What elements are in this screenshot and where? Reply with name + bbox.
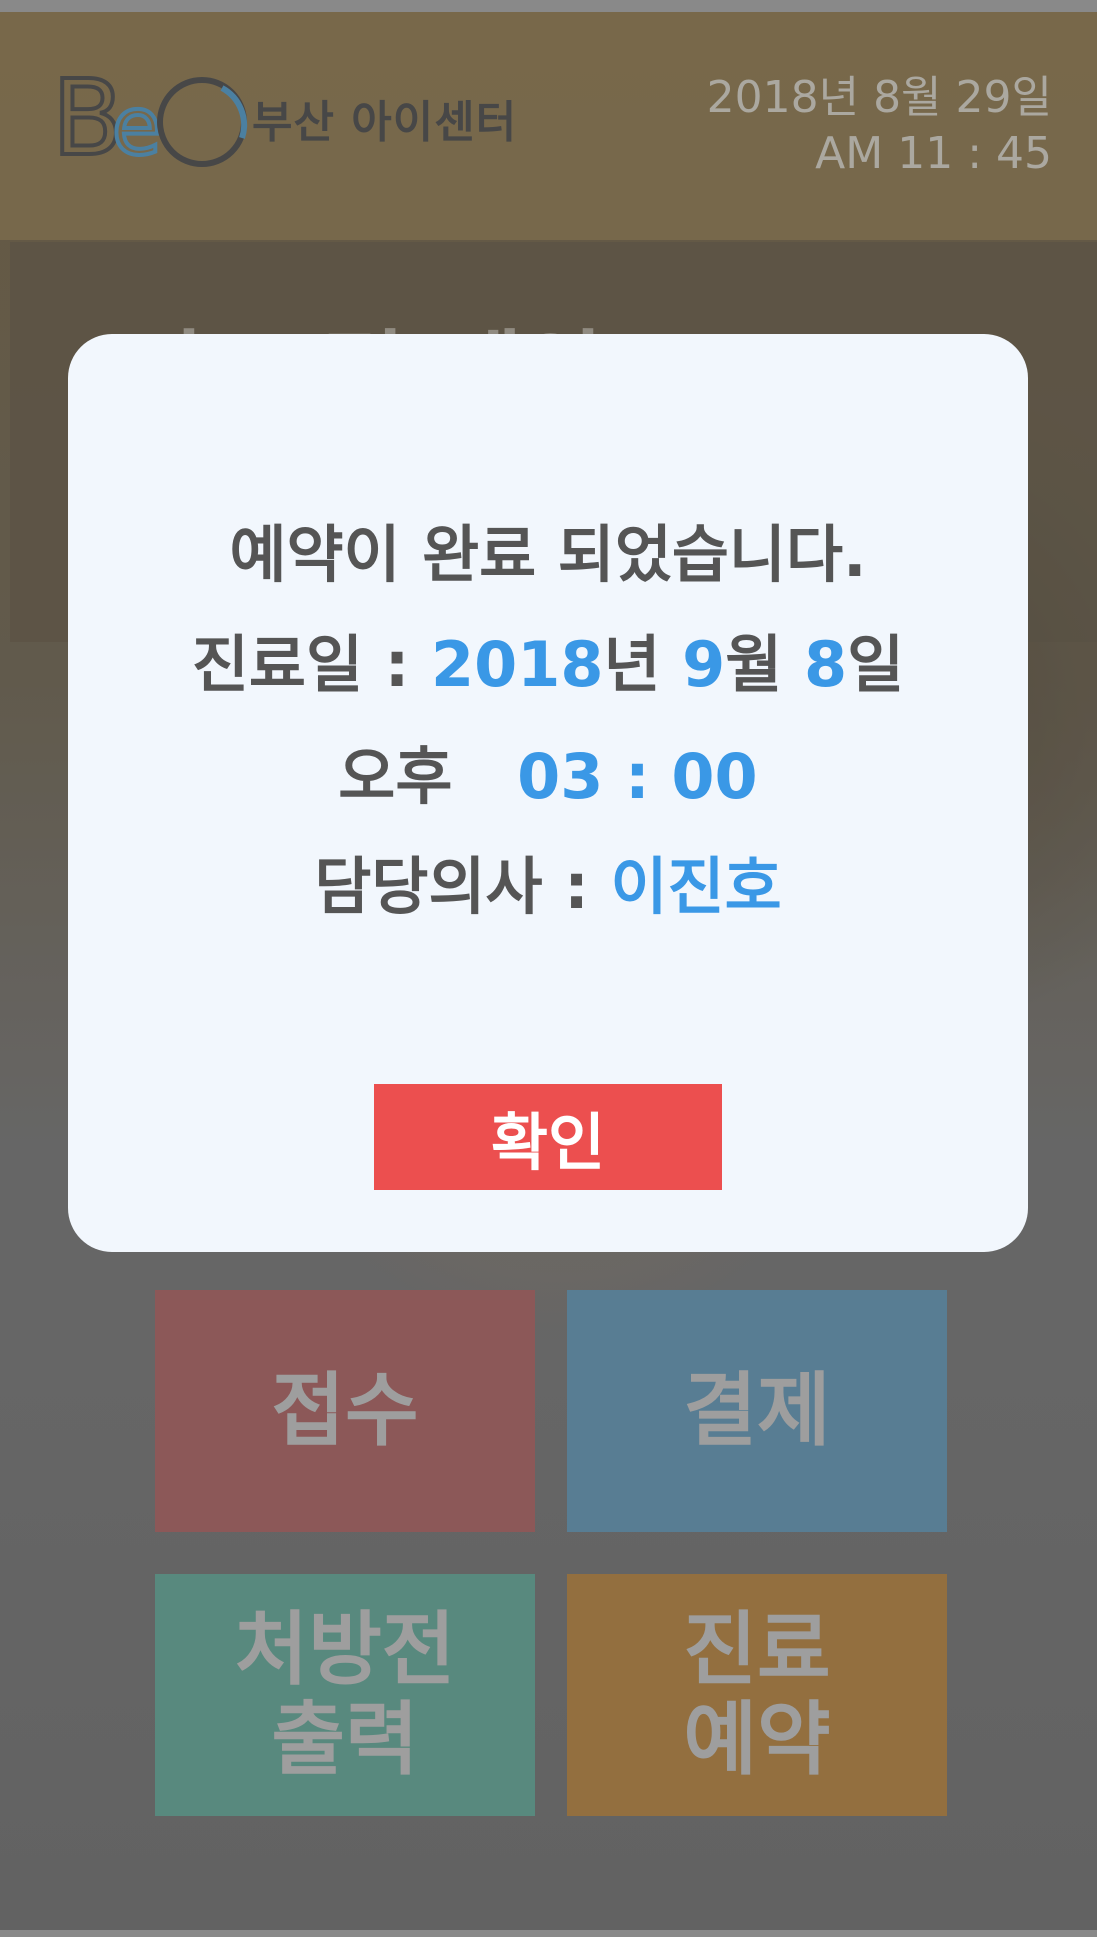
doctor-line: 담당의사 : 이진호 — [68, 836, 1028, 926]
date-label: 진료일 : — [191, 628, 410, 701]
confirmation-message: 예약이 완료 되었습니다. — [229, 518, 867, 591]
kiosk-screen: B e 부산 아이센터 2018년 8월 29일 AM 11 : 45 진료 및… — [0, 0, 1097, 1937]
doctor-label: 담당의사 : — [314, 850, 589, 923]
date-month-unit: 월 — [725, 628, 783, 701]
date-day: 8 — [803, 628, 848, 701]
time-period: 오후 — [338, 740, 453, 813]
date-year: 2018 — [430, 628, 604, 701]
confirm-button[interactable]: 확인 — [374, 1084, 722, 1190]
doctor-name: 이진호 — [610, 850, 782, 923]
date-day-unit: 일 — [847, 628, 905, 701]
appointment-time-line: 오후 03 : 00 — [68, 726, 1028, 816]
appointment-confirmation-dialog: 예약이 완료 되었습니다. 진료일 : 2018년 9월 8일 오후 03 : … — [68, 334, 1028, 1252]
date-month: 9 — [682, 628, 726, 701]
appointment-date-line: 진료일 : 2018년 9월 8일 — [68, 614, 1028, 704]
time-value: 03 : 00 — [517, 740, 758, 813]
date-year-unit: 년 — [603, 628, 661, 701]
